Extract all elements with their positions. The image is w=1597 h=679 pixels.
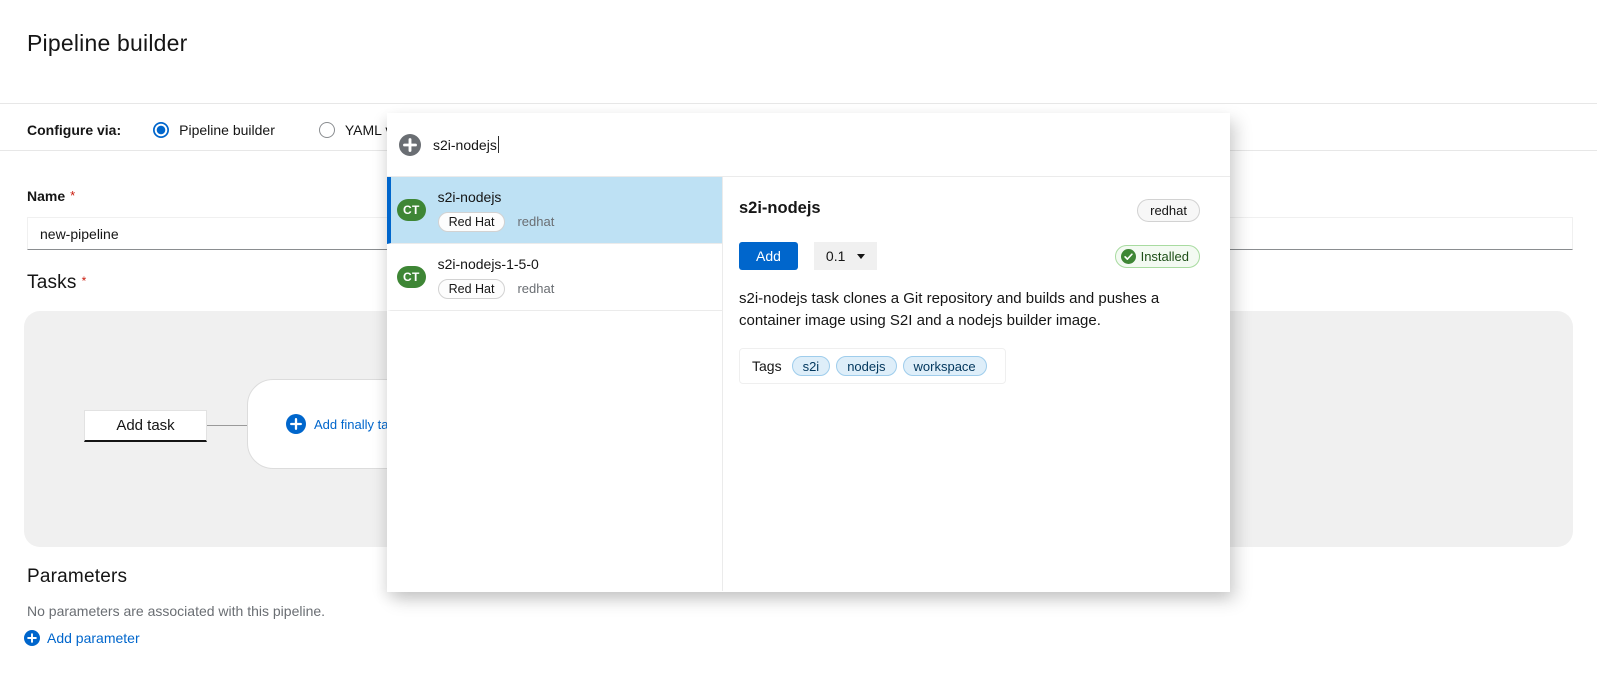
provider-badge: redhat xyxy=(1137,199,1200,222)
task-detail-header: s2i-nodejs redhat xyxy=(739,199,1200,222)
parameters-empty-message: No parameters are associated with this p… xyxy=(27,603,325,619)
task-menu-body: CT s2i-nodejs Red Hat redhat CT s2i-node… xyxy=(387,177,1230,591)
vendor-pill: Red Hat xyxy=(438,212,506,232)
add-task-node[interactable]: Add task xyxy=(84,410,207,442)
parameters-heading: Parameters xyxy=(27,566,127,588)
radio-selected-icon[interactable] xyxy=(153,122,169,138)
task-search-value[interactable]: s2i-nodejs xyxy=(433,137,497,153)
installed-badge: Installed xyxy=(1115,245,1200,268)
task-catalog-menu: s2i-nodejs CT s2i-nodejs Red Hat redhat … xyxy=(387,113,1230,592)
text-cursor xyxy=(498,136,500,153)
page-title: Pipeline builder xyxy=(27,30,187,57)
name-field-label-row: Name * xyxy=(27,188,75,204)
cluster-task-badge: CT xyxy=(397,199,426,221)
add-parameter-label[interactable]: Add parameter xyxy=(47,630,140,646)
add-task-label[interactable]: Add task xyxy=(116,417,174,434)
task-detail-panel: s2i-nodejs redhat Add 0.1 Installed xyxy=(723,177,1230,591)
task-item-subrow: Red Hat redhat xyxy=(438,279,555,299)
tag-chip: workspace xyxy=(903,356,987,376)
task-search-row[interactable]: s2i-nodejs xyxy=(387,113,1230,177)
task-list-item-s2i-nodejs-1-5-0[interactable]: CT s2i-nodejs-1-5-0 Red Hat redhat xyxy=(387,244,722,311)
plus-circle-icon xyxy=(286,414,306,434)
name-label: Name xyxy=(27,188,65,204)
tasks-heading: Tasks * xyxy=(27,272,86,294)
version-dropdown[interactable]: 0.1 xyxy=(814,242,877,270)
add-task-button[interactable]: Add xyxy=(739,242,798,270)
vendor-pill: Red Hat xyxy=(438,279,506,299)
create-plus-circle-icon xyxy=(399,134,421,156)
configure-option-pipeline-builder[interactable]: Pipeline builder xyxy=(153,122,275,138)
tasks-heading-text: Tasks xyxy=(27,272,77,293)
task-detail-title: s2i-nodejs xyxy=(739,199,821,218)
chevron-down-icon xyxy=(857,254,865,259)
task-connector-line xyxy=(207,425,247,426)
task-list-item-s2i-nodejs[interactable]: CT s2i-nodejs Red Hat redhat xyxy=(387,177,722,244)
task-item-subrow: Red Hat redhat xyxy=(438,212,555,232)
configure-via-label: Configure via: xyxy=(27,122,121,138)
check-circle-icon xyxy=(1121,249,1136,264)
required-asterisk: * xyxy=(82,274,87,288)
tags-label: Tags xyxy=(752,358,782,374)
tags-group: Tags s2i nodejs workspace xyxy=(739,348,1006,384)
installed-label: Installed xyxy=(1141,249,1189,264)
task-item-title[interactable]: s2i-nodejs xyxy=(438,189,502,205)
task-detail-actions: Add 0.1 Installed xyxy=(739,242,1200,270)
tag-chip: s2i xyxy=(792,356,831,376)
task-search-input[interactable]: s2i-nodejs xyxy=(433,136,499,153)
cluster-task-badge: CT xyxy=(397,266,426,288)
task-description: s2i-nodejs task clones a Git repository … xyxy=(739,288,1191,332)
pipeline-builder-page: Pipeline builder Configure via: Pipeline… xyxy=(0,0,1597,679)
divider xyxy=(0,103,1597,104)
radio-label[interactable]: Pipeline builder xyxy=(179,122,275,138)
required-asterisk: * xyxy=(70,188,75,203)
version-value[interactable]: 0.1 xyxy=(826,248,845,264)
tag-chip: nodejs xyxy=(836,356,896,376)
provider-text: redhat xyxy=(517,281,554,296)
add-parameter-link[interactable]: Add parameter xyxy=(24,630,140,646)
task-item-title[interactable]: s2i-nodejs-1-5-0 xyxy=(438,256,539,272)
radio-unselected-icon[interactable] xyxy=(319,122,335,138)
provider-text: redhat xyxy=(517,214,554,229)
task-item-main: s2i-nodejs Red Hat redhat xyxy=(438,189,555,232)
task-item-main: s2i-nodejs-1-5-0 Red Hat redhat xyxy=(438,256,555,299)
task-result-list: CT s2i-nodejs Red Hat redhat CT s2i-node… xyxy=(387,177,723,591)
plus-circle-icon xyxy=(24,630,40,646)
